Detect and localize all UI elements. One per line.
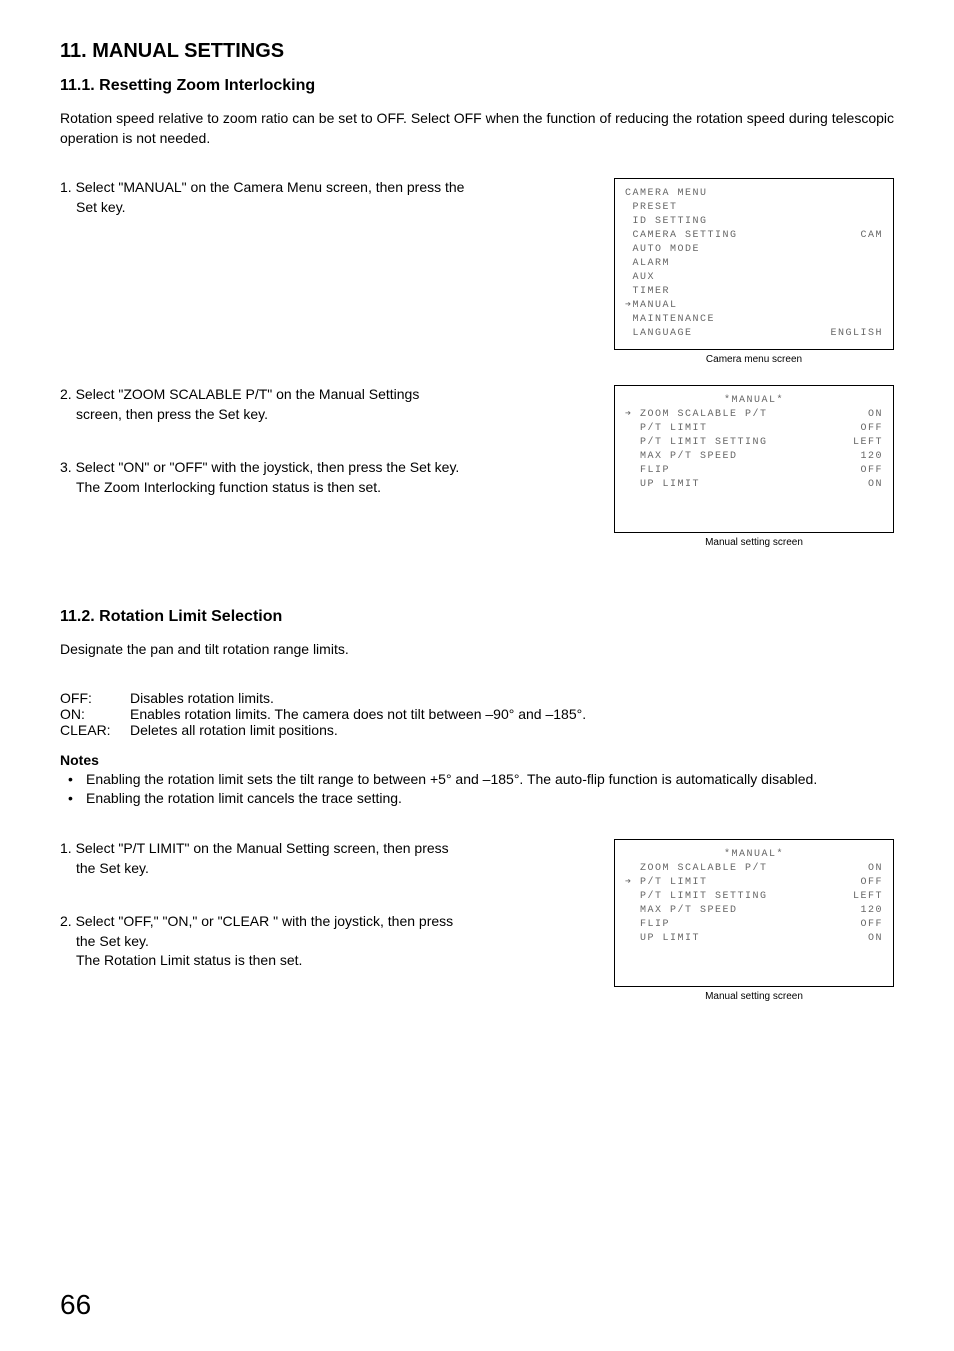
osd-camera-menu: CAMERA MENU PRESET ID SETTING CAMERA SET… <box>614 178 894 350</box>
osd-item: FLIP <box>625 464 670 478</box>
step-text: the Set key. <box>60 860 149 876</box>
osd-value: 120 <box>860 904 883 918</box>
step-text: 3. Select "ON" or "OFF" with the joystic… <box>60 459 459 475</box>
notes-list: Enabling the rotation limit sets the til… <box>60 770 894 809</box>
osd-item: TIMER <box>625 285 670 299</box>
osd-value: ON <box>868 408 883 422</box>
osd-value: ENGLISH <box>830 327 883 341</box>
step-11-1-2: 2. Select "ZOOM SCALABLE P/T" on the Man… <box>60 385 584 424</box>
subsection-11-2-title: 11.2. Rotation Limit Selection <box>60 608 894 626</box>
def-label: CLEAR: <box>60 722 130 738</box>
def-label: ON: <box>60 706 130 722</box>
step-text: 1. Select "MANUAL" on the Camera Menu sc… <box>60 179 464 195</box>
osd-header: *MANUAL* <box>625 394 883 408</box>
osd-item: PRESET <box>625 201 678 215</box>
def-text: Disables rotation limits. <box>130 690 274 706</box>
notes-heading: Notes <box>60 752 894 768</box>
osd-value: LEFT <box>853 890 883 904</box>
osd-item: AUX <box>625 271 655 285</box>
osd-item: ALARM <box>625 257 670 271</box>
subsection-11-1-title: 11.1. Resetting Zoom Interlocking <box>60 77 894 95</box>
step-text: 1. Select "P/T LIMIT" on the Manual Sett… <box>60 840 449 856</box>
step-text: Set key. <box>60 199 126 215</box>
step-text: screen, then press the Set key. <box>60 406 268 422</box>
step-text: The Rotation Limit status is then set. <box>60 952 302 968</box>
osd-value: ON <box>868 862 883 876</box>
osd-manual-2: *MANUAL* ZOOM SCALABLE P/T ON ➔ P/T LIMIT… <box>614 839 894 987</box>
step-11-1-1: 1. Select "MANUAL" on the Camera Menu sc… <box>60 178 584 217</box>
osd-item: MAINTENANCE <box>625 313 715 327</box>
osd-item: LANGUAGE <box>625 327 693 341</box>
step-11-2-2: 2. Select "OFF," "ON," or "CLEAR " with … <box>60 912 584 971</box>
osd-item: UP LIMIT <box>625 932 700 946</box>
osd-manual-1: *MANUAL* ➔ ZOOM SCALABLE P/T ON P/T LIMIT… <box>614 385 894 533</box>
step-text: 2. Select "ZOOM SCALABLE P/T" on the Man… <box>60 386 419 402</box>
page-number: 66 <box>60 1289 91 1321</box>
section-title: 11. MANUAL SETTINGS <box>60 40 894 63</box>
osd-value: OFF <box>860 918 883 932</box>
osd-value: ON <box>868 478 883 492</box>
step-text: The Zoom Interlocking function status is… <box>60 479 381 495</box>
osd-item: P/T LIMIT SETTING <box>625 890 768 904</box>
osd-item: ZOOM SCALABLE P/T <box>625 862 768 876</box>
note-item: Enabling the rotation limit cancels the … <box>78 789 894 809</box>
osd-item: AUTO MODE <box>625 243 700 257</box>
intro-11-2: Designate the pan and tilt rotation rang… <box>60 640 894 660</box>
osd-item-selected: ➔MANUAL <box>625 299 678 313</box>
osd-value: OFF <box>860 464 883 478</box>
osd-item: FLIP <box>625 918 670 932</box>
osd-item-selected: ➔ P/T LIMIT <box>625 876 708 890</box>
osd-value: OFF <box>860 876 883 890</box>
step-11-2-1: 1. Select "P/T LIMIT" on the Manual Sett… <box>60 839 584 878</box>
step-text: 2. Select "OFF," "ON," or "CLEAR " with … <box>60 913 453 929</box>
osd-item: CAMERA SETTING <box>625 229 738 243</box>
osd-caption: Manual setting screen <box>614 991 894 1002</box>
osd-value: 120 <box>860 450 883 464</box>
osd-item: ID SETTING <box>625 215 708 229</box>
def-text: Deletes all rotation limit positions. <box>130 722 338 738</box>
step-text: the Set key. <box>60 933 149 949</box>
osd-value: LEFT <box>853 436 883 450</box>
osd-caption: Manual setting screen <box>614 537 894 548</box>
osd-value: CAM <box>860 229 883 243</box>
definitions-list: OFF:Disables rotation limits. ON:Enables… <box>60 690 894 738</box>
note-item: Enabling the rotation limit sets the til… <box>78 770 894 790</box>
osd-item: P/T LIMIT SETTING <box>625 436 768 450</box>
def-label: OFF: <box>60 690 130 706</box>
osd-item: UP LIMIT <box>625 478 700 492</box>
osd-item: MAX P/T SPEED <box>625 450 738 464</box>
osd-item-selected: ➔ ZOOM SCALABLE P/T <box>625 408 768 422</box>
osd-value: ON <box>868 932 883 946</box>
osd-value: OFF <box>860 422 883 436</box>
osd-header: *MANUAL* <box>625 848 883 862</box>
intro-11-1: Rotation speed relative to zoom ratio ca… <box>60 109 894 148</box>
osd-caption: Camera menu screen <box>614 354 894 365</box>
osd-header: CAMERA MENU <box>625 187 708 201</box>
osd-item: MAX P/T SPEED <box>625 904 738 918</box>
osd-item: P/T LIMIT <box>625 422 708 436</box>
def-text: Enables rotation limits. The camera does… <box>130 706 586 722</box>
step-11-1-3: 3. Select "ON" or "OFF" with the joystic… <box>60 458 584 497</box>
